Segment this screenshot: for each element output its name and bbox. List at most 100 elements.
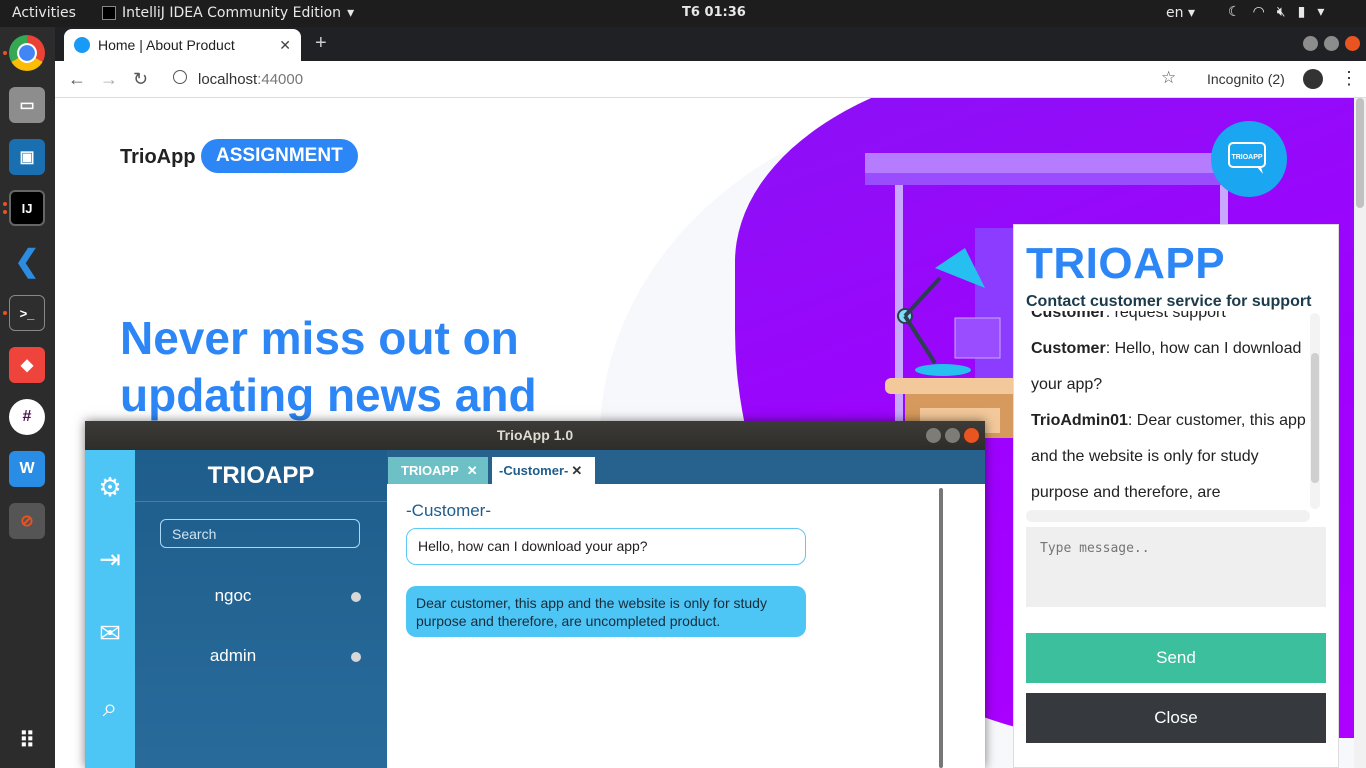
app-menu[interactable]: IntelliJ IDEA Community Edition ▾ [102, 5, 354, 21]
night-light-icon: ☾ [1228, 4, 1241, 20]
tab-trioapp[interactable]: TRIOAPP ✕ [388, 457, 488, 484]
back-button[interactable]: ← [68, 69, 86, 90]
chat-scrollbar[interactable] [939, 488, 943, 768]
widget-message-list[interactable]: Customer: request support Customer: Hell… [1026, 311, 1306, 507]
message-text: : request support [1105, 311, 1226, 321]
incognito-icon[interactable] [1303, 69, 1323, 89]
chevron-down-icon: ▾ [347, 5, 355, 21]
logout-icon[interactable]: ⇥ [94, 543, 126, 575]
maximize-button[interactable] [945, 428, 960, 443]
message-input[interactable] [1026, 527, 1326, 607]
assignment-badge[interactable]: ASSIGNMENT [201, 139, 358, 173]
address-bar[interactable]: localhost:44000 [198, 71, 303, 88]
tab-label: -Customer- [499, 463, 569, 478]
toolbar: ← → ↻ localhost:44000 ☆ Incognito (2) ⋮ [55, 61, 1366, 98]
settings-gears-icon[interactable]: ⚙ [94, 471, 126, 503]
battery-icon: ▮ [1297, 4, 1306, 20]
chat-recipient: -Customer- [406, 501, 492, 520]
intellij-small-icon [102, 6, 116, 20]
list-item: Customer: request support [1031, 311, 1306, 331]
icon-rail: ⚙ ⇥ ✉ ⌕ [85, 450, 135, 768]
vertical-scrollbar[interactable] [1310, 313, 1320, 509]
trioapp-window: TrioApp 1.0 ⚙ ⇥ ✉ ⌕ TRIOAPP ngoc admin T… [85, 421, 985, 768]
slack-icon[interactable]: # [9, 399, 45, 435]
send-button[interactable]: Send [1026, 633, 1326, 683]
window-titlebar[interactable]: TrioApp 1.0 [85, 421, 985, 450]
wps-icon[interactable]: W [9, 451, 45, 487]
unknown-app-icon[interactable]: ⊘ [9, 503, 45, 539]
contact-item-admin[interactable]: admin [135, 641, 387, 671]
activities-button[interactable]: Activities [12, 5, 76, 21]
bookmark-star-icon[interactable]: ☆ [1161, 68, 1176, 88]
window-title: TrioApp 1.0 [496, 427, 574, 443]
close-icon[interactable]: ✕ [279, 37, 291, 54]
app-menu-label: IntelliJ IDEA Community Edition [122, 5, 342, 21]
intellij-icon[interactable]: IJ [9, 190, 45, 226]
contact-name: ngoc [214, 586, 252, 605]
contact-item-ngoc[interactable]: ngoc [135, 581, 387, 611]
wifi-icon: ◠ [1252, 4, 1265, 20]
page-scrollbar[interactable] [1354, 98, 1366, 768]
virtualbox-icon[interactable]: ▣ [9, 139, 45, 175]
messenger-icon[interactable]: ✉ [94, 617, 126, 649]
menu-kebab-icon[interactable]: ⋮ [1340, 68, 1358, 89]
system-top-bar: Activities IntelliJ IDEA Community Editi… [0, 0, 1366, 27]
maximize-button[interactable] [1324, 36, 1339, 51]
vscode-icon[interactable]: ❮ [9, 243, 45, 279]
reload-button[interactable]: ↻ [133, 69, 148, 90]
scrollbar-thumb[interactable] [1311, 353, 1319, 483]
tab-customer[interactable]: -Customer- ✕ [492, 457, 595, 484]
running-indicator [3, 210, 7, 214]
window-close-button[interactable] [1345, 36, 1360, 51]
chrome-icon[interactable] [9, 35, 45, 71]
tab-strip: Home | About Product ✕ + [55, 27, 1366, 61]
contacts-sidebar: TRIOAPP ngoc admin [135, 450, 387, 768]
app-brand: TRIOAPP [207, 462, 315, 489]
close-button[interactable]: Close [1026, 693, 1326, 743]
terminal-icon[interactable]: >_ [9, 295, 45, 331]
files-icon[interactable]: ▭ [9, 87, 45, 123]
minimize-button[interactable] [1303, 36, 1318, 51]
widget-title: TRIOAPP [1026, 239, 1226, 288]
chat-launcher-label: TRIOAPP [1231, 154, 1262, 161]
forward-button[interactable]: → [100, 69, 118, 90]
chat-panel: TRIOAPP ✕ -Customer- ✕ -Customer- Hello,… [387, 450, 985, 768]
running-indicator [3, 202, 7, 206]
chevron-down-icon: ▾ [1317, 4, 1325, 20]
clock[interactable]: T6 01:36 [682, 5, 746, 20]
anydesk-icon[interactable]: ◆ [9, 347, 45, 383]
site-logo[interactable]: TrioApp [120, 146, 196, 169]
url-host: localhost [198, 71, 258, 88]
dock: ▭ ▣ IJ ❮ >_ ◆ # W ⊘ ⠿ [0, 27, 55, 768]
hero-headline: Never miss out on updating news and [120, 312, 537, 421]
search-input[interactable] [160, 519, 360, 548]
search-icon[interactable]: ⌕ [94, 691, 126, 723]
tab-title: Home | About Product [98, 37, 235, 53]
status-dot [351, 652, 361, 662]
contact-name: admin [209, 646, 257, 665]
horizontal-scrollbar[interactable] [1026, 510, 1310, 522]
system-tray[interactable]: ☾ ◠ 🔇︎ ▮ ▾ [1228, 4, 1324, 20]
message-sender: TrioAdmin01 [1031, 412, 1128, 429]
incognito-label[interactable]: Incognito (2) [1207, 71, 1285, 87]
widget-subtitle: Contact customer service for support [1026, 293, 1312, 310]
message-sender: Customer [1031, 311, 1106, 321]
chat-launcher-button[interactable]: TRIOAPP [1211, 121, 1287, 197]
browser-tab[interactable]: Home | About Product ✕ [64, 29, 301, 61]
show-apps-icon[interactable]: ⠿ [9, 723, 45, 759]
list-item: Customer: Hello, how can I download your… [1031, 331, 1306, 403]
url-port: :44000 [257, 71, 304, 88]
running-indicator [3, 311, 7, 315]
message-sender: Customer [1031, 340, 1106, 357]
info-icon[interactable] [173, 70, 187, 84]
language-indicator[interactable]: en ▾ [1166, 5, 1195, 21]
new-tab-button[interactable]: + [315, 32, 327, 55]
window-close-button[interactable] [964, 428, 979, 443]
close-icon[interactable]: ✕ [571, 463, 582, 479]
favicon-icon [74, 37, 90, 53]
running-indicator [3, 51, 7, 55]
close-icon[interactable]: ✕ [467, 463, 478, 479]
window-controls [1303, 36, 1360, 51]
scrollbar-thumb[interactable] [1356, 98, 1364, 208]
minimize-button[interactable] [926, 428, 941, 443]
